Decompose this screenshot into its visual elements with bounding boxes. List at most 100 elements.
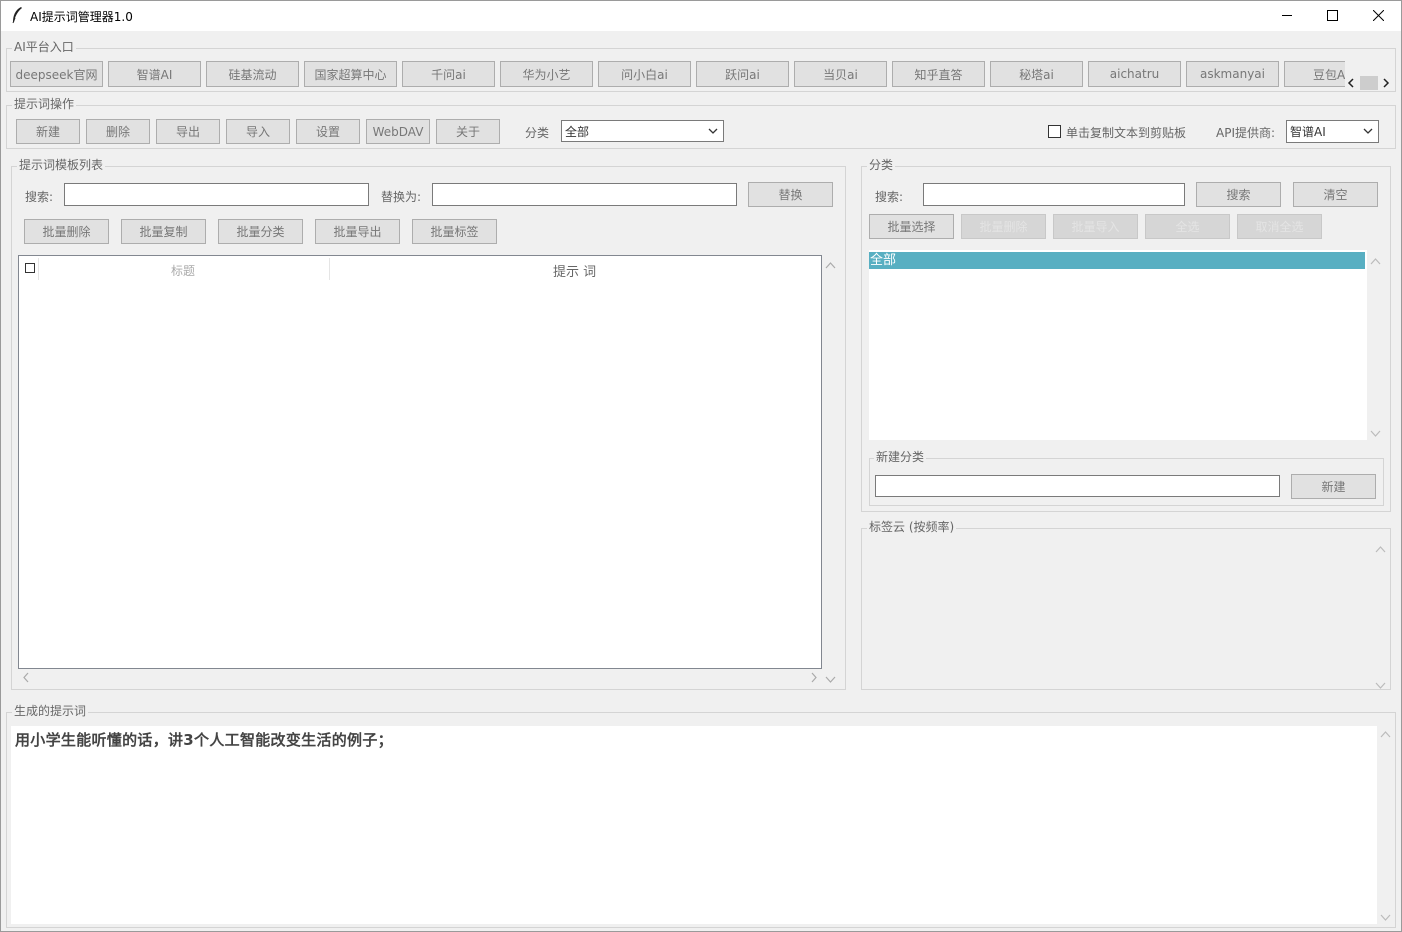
chevron-up-icon [1375,546,1386,553]
deselect-all-button[interactable]: 取消全选 [1237,214,1322,239]
platform-button[interactable]: askmanyai [1186,61,1279,87]
replace-button[interactable]: 替换 [748,182,833,207]
category-search-label: 搜索: [875,190,904,204]
ops-group-label: 提示词操作 [12,97,77,111]
scroll-up-button[interactable] [1370,254,1381,268]
new-button[interactable]: 新建 [16,119,80,144]
template-search-input[interactable] [64,183,369,206]
category-search-button[interactable]: 搜索 [1196,182,1281,207]
scroll-up-button[interactable] [1375,542,1386,556]
platform-button[interactable]: 国家超算中心 [304,61,397,87]
platform-button[interactable]: 智谱AI [108,61,201,87]
api-provider-value: 智谱AI [1290,125,1326,139]
platform-button[interactable]: 当贝ai [794,61,887,87]
category-label: 分类 [525,126,550,140]
chevron-up-icon [1370,258,1381,265]
column-divider [329,258,330,280]
template-hscrollbar[interactable] [18,669,822,686]
import-button[interactable]: 导入 [226,119,290,144]
column-divider [38,258,39,280]
scroll-down-button[interactable] [1375,679,1386,693]
new-category-input[interactable] [875,475,1280,497]
batch-categorize-button[interactable]: 批量分类 [218,219,303,244]
api-provider-select[interactable]: 智谱AI [1286,120,1379,143]
batch-copy-button[interactable]: 批量复制 [121,219,206,244]
batch-select-button[interactable]: 批量选择 [869,214,954,239]
scroll-right-button[interactable] [810,672,818,686]
category-group-label: 分类 [867,158,896,172]
batch-tag-button[interactable]: 批量标签 [412,219,497,244]
batch-delete-button[interactable]: 批量删除 [24,219,109,244]
platform-button[interactable]: 豆包A [1284,61,1345,87]
chevron-down-icon [1380,914,1391,921]
batch-export-button[interactable]: 批量导出 [315,219,400,244]
platform-button[interactable]: 秘塔ai [990,61,1083,87]
chevron-up-icon [1380,731,1391,738]
template-search-label: 搜索: [25,190,54,204]
template-table[interactable] [18,255,822,669]
tag-cloud-group-label: 标签云 (按频率) [867,520,957,534]
platform-button[interactable]: 千问ai [402,61,495,87]
chevron-right-icon [811,672,817,683]
app-feather-icon [12,7,22,24]
platform-button[interactable]: deepseek官网 [10,61,103,87]
replace-input[interactable] [432,183,737,206]
template-list-group-label: 提示词模板列表 [17,158,106,172]
scroll-up-button[interactable] [1380,727,1391,741]
scroll-down-button[interactable] [1370,427,1381,441]
platform-button[interactable]: 硅基流动 [206,61,299,87]
chevron-right-icon [1383,78,1390,88]
scroll-left-button[interactable] [1344,76,1358,90]
chevron-up-icon [825,262,836,269]
settings-button[interactable]: 设置 [296,119,360,144]
chevron-left-icon [1347,78,1354,88]
generated-vscrollbar[interactable] [1377,726,1394,924]
column-header-title[interactable]: 标题 [171,262,195,279]
platform-button[interactable]: 问小白ai [598,61,691,87]
scroll-right-button[interactable] [1379,76,1393,90]
delete-button[interactable]: 删除 [86,119,150,144]
window-title: AI提示词管理器1.0 [30,10,133,24]
chevron-left-icon [23,672,29,683]
chevron-down-icon [708,128,718,134]
select-all-button[interactable]: 全选 [1145,214,1230,239]
minimize-icon [1281,15,1292,16]
category-search-input[interactable] [923,183,1185,206]
chevron-down-icon [825,676,836,683]
export-button[interactable]: 导出 [156,119,220,144]
category-vscrollbar[interactable] [1367,250,1385,440]
select-all-checkbox[interactable] [25,263,35,273]
api-provider-label: API提供商: [1216,126,1276,140]
scroll-down-button[interactable] [825,673,836,687]
platform-button[interactable]: aichatru [1088,61,1181,87]
category-listbox[interactable] [869,250,1385,440]
generated-text: 用小学生能听懂的话，讲3个人工智能改变生活的例子； [15,731,393,749]
category-batch-import-button[interactable]: 批量导入 [1053,214,1138,239]
horizontal-scroll-thumb[interactable] [1360,76,1378,90]
minimize-button[interactable] [1264,0,1310,31]
copy-checkbox[interactable] [1048,125,1061,138]
column-header-prompt[interactable]: 提示 词 [553,261,596,280]
category-clear-button[interactable]: 清空 [1293,182,1378,207]
platform-button[interactable]: 知乎直答 [892,61,985,87]
maximize-button[interactable] [1309,0,1355,31]
template-vscrollbar[interactable] [822,255,839,669]
platform-button[interactable]: 华为小艺 [500,61,593,87]
scroll-left-button[interactable] [22,672,30,686]
tag-cloud-vscrollbar[interactable] [1372,537,1389,689]
scroll-up-button[interactable] [825,258,836,272]
category-item-selected[interactable]: 全部 [869,252,1365,269]
copy-checkbox-label: 单击复制文本到剪贴板 [1066,126,1187,140]
generated-textarea[interactable] [11,726,1377,924]
category-batch-delete-button[interactable]: 批量删除 [961,214,1046,239]
close-button[interactable] [1355,0,1401,31]
webdav-button[interactable]: WebDAV [366,119,430,144]
maximize-icon [1326,10,1338,21]
close-icon [1372,10,1384,21]
scroll-down-button[interactable] [1380,911,1391,925]
platform-button[interactable]: 跃问ai [696,61,789,87]
category-select[interactable]: 全部 [561,120,724,142]
new-category-button[interactable]: 新建 [1291,474,1376,499]
about-button[interactable]: 关于 [436,119,500,144]
tag-cloud-group [861,528,1391,690]
